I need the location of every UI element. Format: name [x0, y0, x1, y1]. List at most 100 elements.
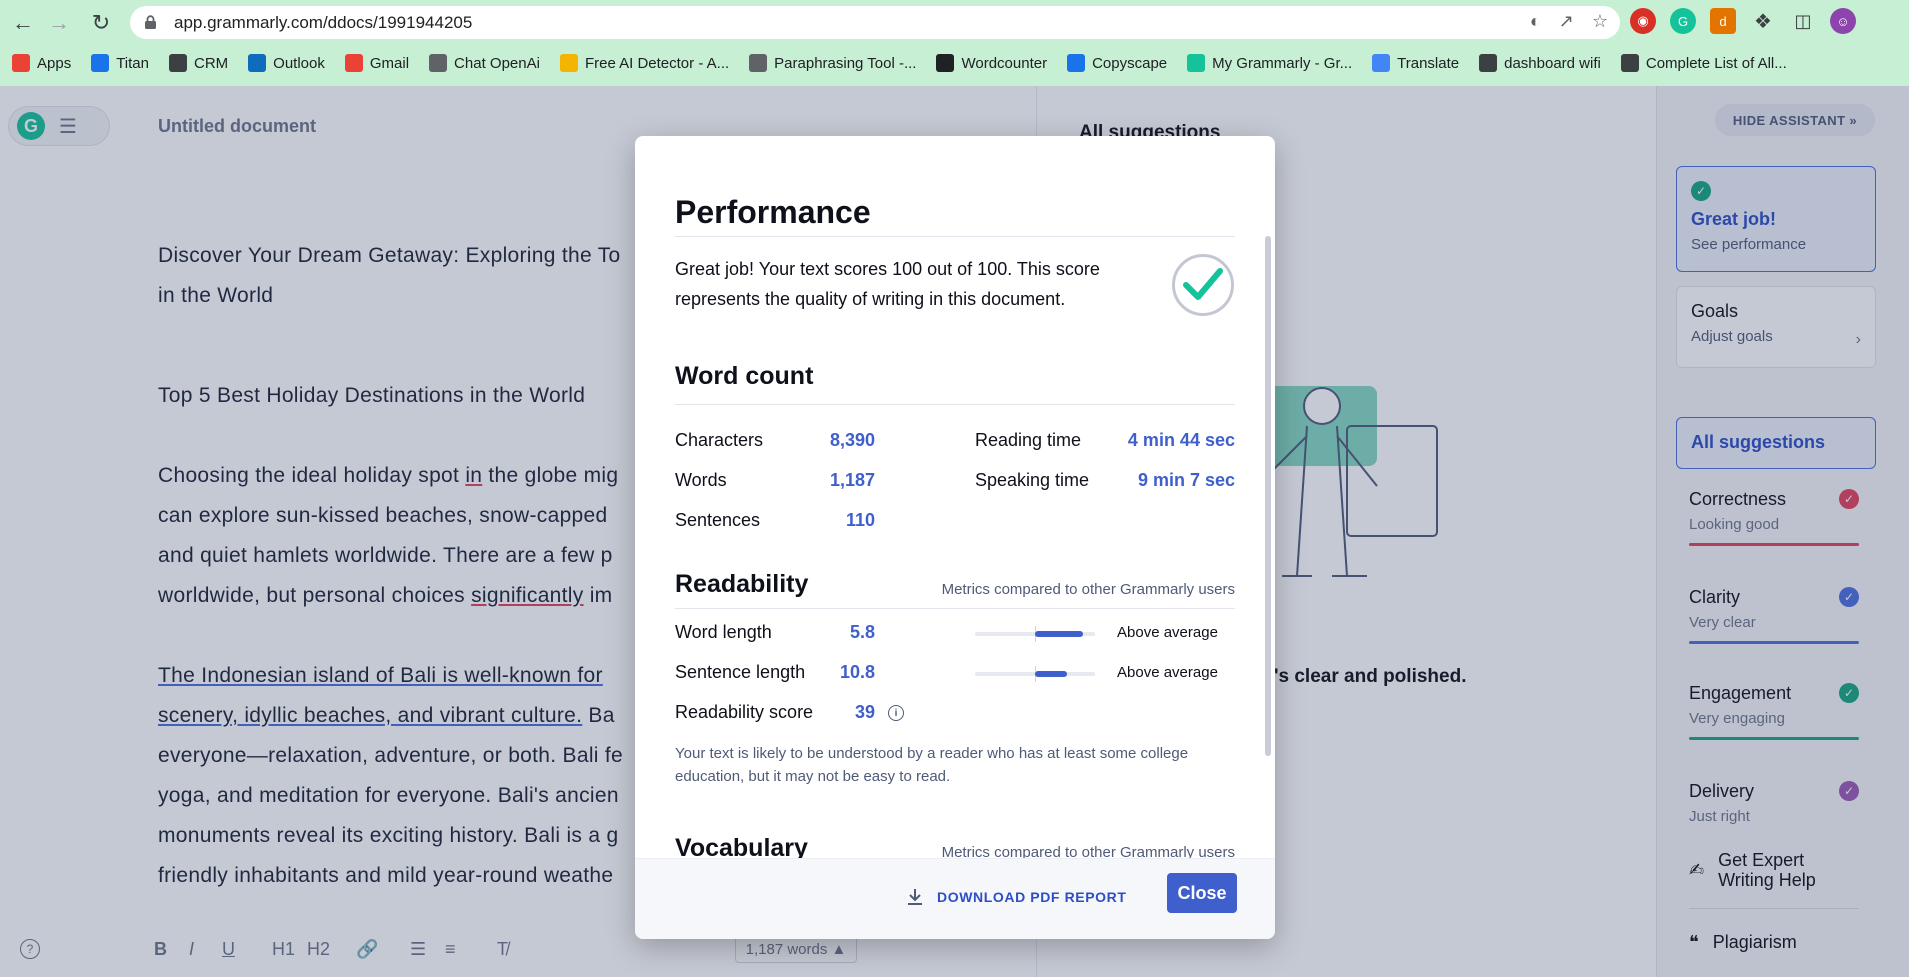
bookmark-item[interactable]: Complete List of All... [1620, 54, 1787, 72]
bookmark-item[interactable]: Copyscape [1067, 54, 1167, 72]
readability-title: Readability [675, 570, 809, 598]
sentences-value: 110 [845, 510, 875, 530]
metrics-note: Metrics compared to other Grammarly user… [941, 844, 1235, 858]
bookmarks-bar: Apps Titan CRM Outlook Gmail Chat OpenAi Free … [12, 50, 1807, 76]
bookmark-item[interactable]: Apps [12, 54, 71, 72]
bookmark-label: Wordcounter [961, 54, 1048, 72]
download-pdf-label: DOWNLOAD PDF REPORT [937, 889, 1127, 905]
readability-score-label: Readability score [675, 702, 814, 722]
mail-icon [91, 54, 110, 72]
performance-icon[interactable]: ◐ [1530, 11, 1541, 32]
bookmark-label: Translate [1397, 54, 1460, 72]
bookmark-item[interactable]: Paraphrasing Tool -... [749, 54, 916, 72]
bookmark-item[interactable]: Chat OpenAi [429, 54, 540, 72]
words-label: Words [675, 470, 727, 490]
crm-icon [169, 54, 187, 72]
apps-grid-icon [12, 54, 30, 72]
share-icon[interactable]: ↗ [1559, 11, 1574, 32]
bookmark-label: dashboard wifi [1504, 54, 1601, 72]
download-pdf-button[interactable]: DOWNLOAD PDF REPORT [905, 887, 1127, 907]
divider [675, 608, 1235, 609]
bookmark-label: Gmail [369, 54, 410, 72]
bookmark-item[interactable]: My Grammarly - Gr... [1187, 54, 1352, 72]
bookmark-label: Outlook [273, 54, 325, 72]
download-icon [908, 889, 922, 905]
word-count-title: Word count [675, 362, 814, 390]
bookmark-label: Complete List of All... [1645, 54, 1787, 72]
bookmark-item[interactable]: Free AI Detector - A... [559, 54, 730, 72]
bookmark-star-icon[interactable]: ☆ [1592, 11, 1608, 32]
sidepanel-icon[interactable]: ◫ [1790, 8, 1816, 34]
reload-icon[interactable]: ↻ [86, 8, 116, 38]
sentence-length-value: 10.8 [839, 662, 875, 682]
grammarly-extension-icon[interactable]: G [1670, 8, 1696, 34]
bookmark-item[interactable]: dashboard wifi [1479, 54, 1601, 72]
sentence-length-rating: Above average [1117, 664, 1218, 681]
extension-red-icon[interactable]: ◉ [1630, 8, 1656, 34]
bookmark-item[interactable]: Wordcounter [936, 54, 1047, 72]
divider [675, 236, 1235, 237]
readability-note: Your text is likely to be understood by … [675, 745, 1189, 785]
vocabulary-title: Vocabulary [675, 834, 808, 858]
bookmark-item[interactable]: CRM [169, 54, 228, 72]
grammarly-icon [1187, 54, 1206, 72]
word-length-value: 5.8 [849, 622, 875, 642]
modal-scrollbar[interactable] [1265, 236, 1271, 756]
gmail-icon [344, 54, 363, 72]
bookmark-item[interactable]: Titan [91, 54, 149, 72]
copyscape-icon [1067, 54, 1086, 72]
bookmark-item[interactable]: Translate [1372, 54, 1459, 72]
lock-icon [144, 15, 160, 31]
openai-icon [429, 54, 448, 72]
forward-arrow-icon[interactable]: → [44, 8, 74, 38]
puzzle-icon[interactable]: ❖ [1750, 8, 1776, 34]
translate-icon [1372, 54, 1391, 72]
globe-icon [1620, 54, 1639, 72]
url-text: app.grammarly.com/ddocs/1991944205 [174, 12, 473, 32]
characters-label: Characters [675, 430, 764, 450]
performance-title: Performance [675, 194, 871, 230]
bookmark-label: Apps [37, 54, 72, 72]
address-bar[interactable]: app.grammarly.com/ddocs/1991944205 ◐ ↗ ☆ [130, 6, 1620, 39]
pen-icon [749, 54, 768, 72]
performance-text: Great job! Your text scores 100 out of 1… [675, 259, 1100, 309]
bookmark-label: CRM [194, 54, 229, 72]
modal-content: Performance Great job! Your text scores … [635, 136, 1275, 858]
bookmark-item[interactable]: Outlook [248, 54, 325, 72]
detector-icon [559, 54, 578, 72]
speaking-time-value: 9 min 7 sec [1137, 470, 1235, 490]
modal-footer: DOWNLOAD PDF REPORT Close [635, 858, 1275, 939]
readability-score-value: 39 [854, 702, 875, 722]
word-length-fill [1035, 631, 1083, 637]
performance-modal: Performance Great job! Your text scores … [635, 136, 1275, 939]
sentence-length-meter [975, 666, 1095, 682]
words-value: 1,187 [829, 470, 875, 490]
desc-extension-icon[interactable]: d [1710, 8, 1736, 34]
word-length-meter [975, 626, 1095, 642]
score-check-icon [1172, 254, 1234, 316]
reading-time-label: Reading time [975, 430, 1082, 450]
reading-time-value: 4 min 44 sec [1127, 430, 1235, 450]
characters-value: 8,390 [829, 430, 875, 450]
metrics-note: Metrics compared to other Grammarly user… [941, 581, 1235, 598]
profile-avatar[interactable]: ☺ [1830, 8, 1856, 34]
bookmark-label: Copyscape [1092, 54, 1168, 72]
bookmark-item[interactable]: Gmail [344, 54, 410, 72]
close-button[interactable]: Close [1167, 873, 1237, 913]
sentence-length-fill [1035, 671, 1068, 677]
speaking-time-label: Speaking time [975, 470, 1090, 490]
bookmark-label: My Grammarly - Gr... [1212, 54, 1353, 72]
divider [675, 404, 1235, 405]
sentences-label: Sentences [675, 510, 761, 530]
browser-chrome: ← → ↻ app.grammarly.com/ddocs/1991944205… [0, 0, 1909, 86]
outlook-icon [248, 54, 267, 72]
back-arrow-icon[interactable]: ← [8, 8, 38, 38]
bookmark-label: Chat OpenAi [454, 54, 540, 72]
info-icon[interactable]: i [888, 705, 904, 721]
word-length-rating: Above average [1117, 624, 1218, 641]
wordcounter-icon [936, 54, 955, 72]
bookmark-label: Paraphrasing Tool -... [774, 54, 917, 72]
word-length-label: Word length [675, 622, 772, 642]
sentence-length-label: Sentence length [675, 662, 806, 682]
bookmark-label: Free AI Detector - A... [584, 54, 730, 72]
